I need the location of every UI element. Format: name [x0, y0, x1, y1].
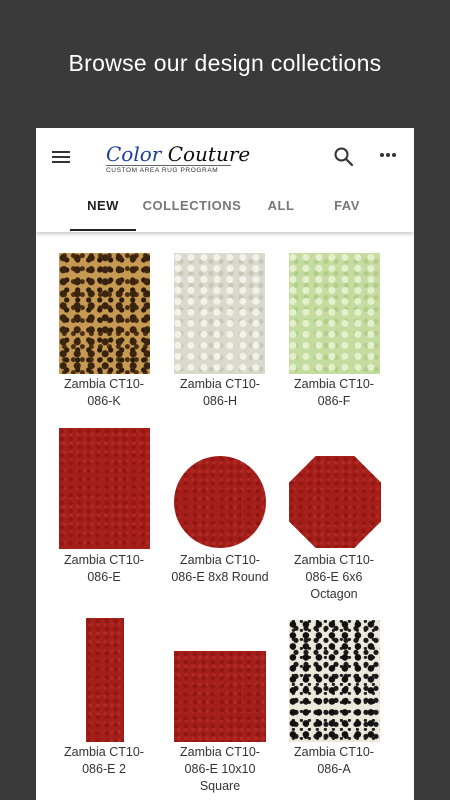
product-name-line: 086-E 2	[82, 762, 126, 776]
product-name-line: 086-F	[317, 394, 351, 408]
product-name-line: Zambia CT10-	[180, 553, 260, 567]
app-screen: Color Couture CUSTOM AREA RUG PROGRAM NE…	[36, 128, 414, 800]
logo-title-couture: Couture	[167, 142, 251, 166]
product-card[interactable]: Zambia CT10- 086-E 6x6 Octagon	[279, 426, 389, 601]
product-card[interactable]: Zambia CT10- 086-F	[279, 250, 389, 408]
rug-image	[86, 618, 124, 742]
product-card[interactable]: Zambia CT10- 086-E	[49, 426, 159, 584]
product-name: Zambia CT10- 086-E	[49, 552, 159, 586]
product-name-line: Square	[199, 779, 241, 793]
product-name: Zambia CT10- 086-E 8x8 Round	[165, 552, 275, 586]
tab-all[interactable]: ALL	[258, 198, 304, 213]
product-name-line: 086-A	[317, 762, 351, 776]
product-name: Zambia CT10- 086-E 10x10 Square	[165, 744, 275, 795]
active-tab-indicator	[70, 229, 136, 231]
rug-image	[289, 620, 380, 742]
product-card[interactable]: Zambia CT10- 086-E 2	[49, 618, 159, 776]
rug-image	[289, 253, 380, 374]
logo-title: Color Couture	[106, 142, 250, 166]
product-name-line: 086-E 10x10	[184, 762, 256, 776]
rug-thumbnail	[165, 426, 275, 550]
tab-bar: NEW COLLECTIONS ALL FAV	[36, 188, 414, 232]
logo-title-color: Color	[106, 142, 162, 166]
rug-thumbnail	[165, 250, 275, 374]
tab-collections[interactable]: COLLECTIONS	[142, 198, 242, 213]
product-name-line: Zambia CT10-	[180, 745, 260, 759]
product-name: Zambia CT10- 086-E 2	[49, 744, 159, 778]
rug-image	[174, 456, 266, 548]
promo-headline: Browse our design collections	[68, 50, 382, 76]
rug-thumbnail	[279, 250, 389, 374]
search-button[interactable]	[333, 146, 355, 168]
product-card[interactable]: Zambia CT10- 086-A	[279, 618, 389, 776]
rug-thumbnail	[279, 426, 389, 550]
product-name-line: 086-E 8x8 Round	[171, 570, 269, 584]
rug-image	[59, 253, 150, 374]
rug-thumbnail	[49, 250, 159, 374]
rug-thumbnail	[49, 618, 159, 742]
product-card[interactable]: Zambia CT10- 086-E 8x8 Round	[165, 426, 275, 584]
more-vertical-dots-icon	[380, 153, 396, 157]
product-name: Zambia CT10- 086-A	[279, 744, 389, 778]
brand-logo: Color Couture CUSTOM AREA RUG PROGRAM	[106, 142, 250, 184]
product-name-line: Octagon	[310, 587, 358, 601]
product-name-line: 086-H	[202, 394, 238, 408]
tab-new[interactable]: NEW	[70, 198, 136, 213]
search-icon	[334, 147, 354, 167]
product-name-line: Zambia CT10-	[294, 377, 374, 391]
logo-subtitle: CUSTOM AREA RUG PROGRAM	[106, 165, 231, 174]
tab-fav[interactable]: FAV	[322, 198, 372, 213]
product-name: Zambia CT10- 086-H	[165, 376, 275, 410]
rug-thumbnail	[49, 426, 159, 550]
rug-image	[289, 456, 381, 548]
rug-thumbnail	[165, 618, 275, 742]
product-name-line: Zambia CT10-	[64, 745, 144, 759]
app-bar: Color Couture CUSTOM AREA RUG PROGRAM NE…	[36, 128, 414, 232]
product-name-line: Zambia CT10-	[64, 377, 144, 391]
product-name-line: 086-K	[87, 394, 121, 408]
product-name: Zambia CT10- 086-E 6x6 Octagon	[279, 552, 389, 603]
product-card[interactable]: Zambia CT10- 086-H	[165, 250, 275, 408]
product-grid: Zambia CT10- 086-K Zambia CT10- 086-H Za…	[36, 232, 414, 800]
rug-thumbnail	[279, 618, 389, 742]
product-name-line: Zambia CT10-	[64, 553, 144, 567]
hamburger-menu-icon	[52, 151, 72, 163]
product-name-line: 086-E	[87, 570, 121, 584]
product-name-line: Zambia CT10-	[180, 377, 260, 391]
product-name-line: Zambia CT10-	[294, 553, 374, 567]
more-options-button[interactable]	[378, 146, 398, 168]
menu-button[interactable]	[52, 148, 72, 164]
product-name: Zambia CT10- 086-K	[49, 376, 159, 410]
product-card[interactable]: Zambia CT10- 086-K	[49, 250, 159, 408]
product-name-line: Zambia CT10-	[294, 745, 374, 759]
rug-image	[59, 428, 150, 549]
product-name-line: 086-E 6x6	[305, 570, 363, 584]
product-name: Zambia CT10- 086-F	[279, 376, 389, 410]
product-card[interactable]: Zambia CT10- 086-E 10x10 Square	[165, 618, 275, 793]
rug-image	[174, 651, 266, 742]
rug-image	[174, 253, 265, 374]
